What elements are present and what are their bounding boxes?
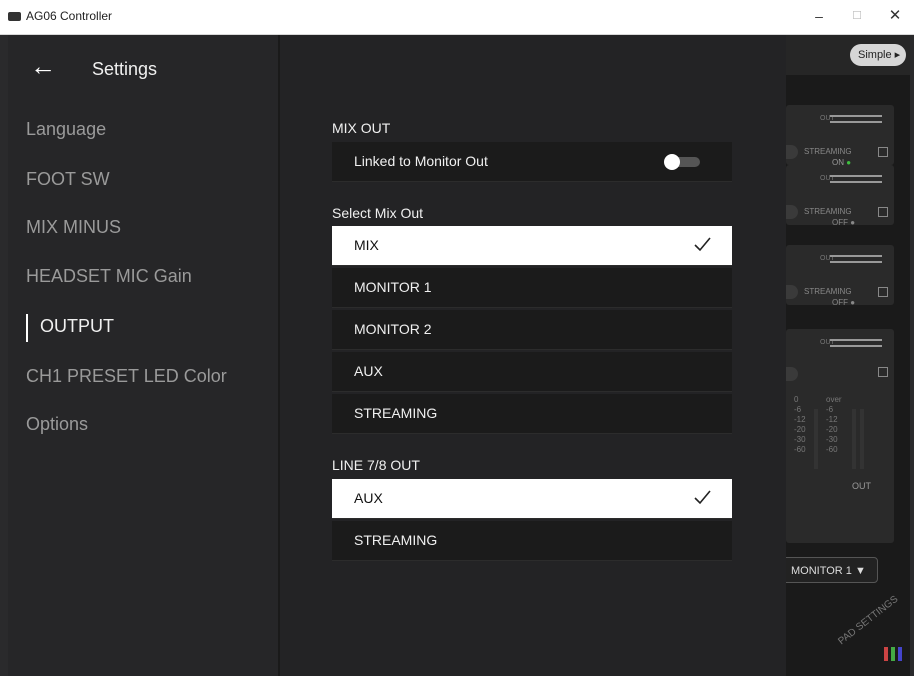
- channel-toggle[interactable]: [786, 205, 798, 219]
- channel-strip: OUT STREAMING OFF ●: [786, 165, 894, 227]
- mix-out-option-mix[interactable]: MIX: [332, 226, 732, 266]
- grid-icon[interactable]: [884, 647, 902, 661]
- mix-out-option-aux[interactable]: AUX: [332, 352, 732, 392]
- edit-icon[interactable]: [878, 207, 888, 217]
- sidebar-item-headset-mic-gain[interactable]: HEADSET MIC Gain: [26, 266, 192, 287]
- linked-to-monitor-out-toggle[interactable]: [664, 154, 700, 170]
- linked-to-monitor-out-label: Linked to Monitor Out: [354, 153, 488, 169]
- sidebar-item-ch1-preset-led-color[interactable]: CH1 PRESET LED Color: [26, 366, 227, 387]
- mix-out-option-monitor-1[interactable]: MONITOR 1: [332, 268, 732, 308]
- meter-scale: 0 -6 -12 -20 -30 -60: [794, 395, 806, 454]
- edit-icon[interactable]: [878, 367, 888, 377]
- window-frame: [0, 35, 8, 676]
- level-meter: [830, 115, 882, 117]
- master-toggle[interactable]: [786, 367, 798, 381]
- simple-mode-button[interactable]: Simple ▸: [850, 44, 906, 66]
- edit-icon[interactable]: [878, 147, 888, 157]
- line-78-out-option-streaming[interactable]: STREAMING: [332, 521, 732, 561]
- minimize-button[interactable]: –: [804, 4, 834, 28]
- select-mix-out-section-label: Select Mix Out: [332, 205, 424, 221]
- monitor-select[interactable]: MONITOR 1 ▼: [786, 557, 878, 583]
- channel-toggle[interactable]: [786, 145, 798, 159]
- checkmark-icon: [694, 237, 711, 252]
- mix-out-section-label: MIX OUT: [332, 120, 391, 136]
- back-arrow-icon[interactable]: ←: [30, 53, 56, 79]
- active-indicator: [26, 314, 28, 342]
- output-settings-panel: MIX OUT Linked to Monitor Out Select Mix…: [280, 35, 786, 676]
- background-mixer-view: Simple ▸ OUT STREAMING ON ● OUT STREAMIN…: [786, 35, 910, 676]
- settings-title: Settings: [92, 59, 158, 79]
- meter-bar: [852, 409, 856, 469]
- close-button[interactable]: ✕: [880, 4, 910, 28]
- checkmark-icon: [694, 490, 711, 505]
- window-frame: [910, 35, 914, 676]
- meter-bar: [814, 409, 818, 469]
- master-strip: OUT 0 -6 -12 -20 -30 -60 over -6 -12 -20…: [786, 329, 894, 543]
- maximize-button[interactable]: ☐: [842, 4, 872, 28]
- app-icon: [8, 12, 21, 21]
- sidebar-item-options[interactable]: Options: [26, 414, 88, 435]
- sidebar-item-mix-minus[interactable]: MIX MINUS: [26, 217, 121, 238]
- channel-toggle[interactable]: [786, 285, 798, 299]
- window-title-bar: AG06 Controller – ☐ ✕: [0, 0, 914, 35]
- streaming-state: OFF ●: [832, 298, 856, 307]
- sidebar-item-language[interactable]: Language: [26, 119, 106, 140]
- line-78-out-option-aux[interactable]: AUX: [332, 479, 732, 519]
- sidebar-item-output[interactable]: OUTPUT: [40, 316, 114, 337]
- streaming-state: OFF ●: [832, 218, 856, 227]
- meter-bar: [860, 409, 864, 469]
- line-78-out-section-label: LINE 7/8 OUT: [332, 457, 420, 473]
- mix-out-option-monitor-2[interactable]: MONITOR 2: [332, 310, 732, 350]
- channel-strip: OUT STREAMING ON ●: [786, 105, 894, 167]
- linked-to-monitor-out-row[interactable]: Linked to Monitor Out: [332, 142, 732, 182]
- window-title: AG06 Controller: [26, 9, 113, 23]
- sidebar-item-foot-sw[interactable]: FOOT SW: [26, 169, 110, 190]
- channel-strip: OUT STREAMING OFF ●: [786, 245, 894, 307]
- pad-settings-label[interactable]: PAD SETTINGS: [836, 594, 900, 647]
- mix-out-option-streaming[interactable]: STREAMING: [332, 394, 732, 434]
- settings-sidebar: ← Settings Language FOOT SW MIX MINUS HE…: [8, 35, 278, 676]
- edit-icon[interactable]: [878, 287, 888, 297]
